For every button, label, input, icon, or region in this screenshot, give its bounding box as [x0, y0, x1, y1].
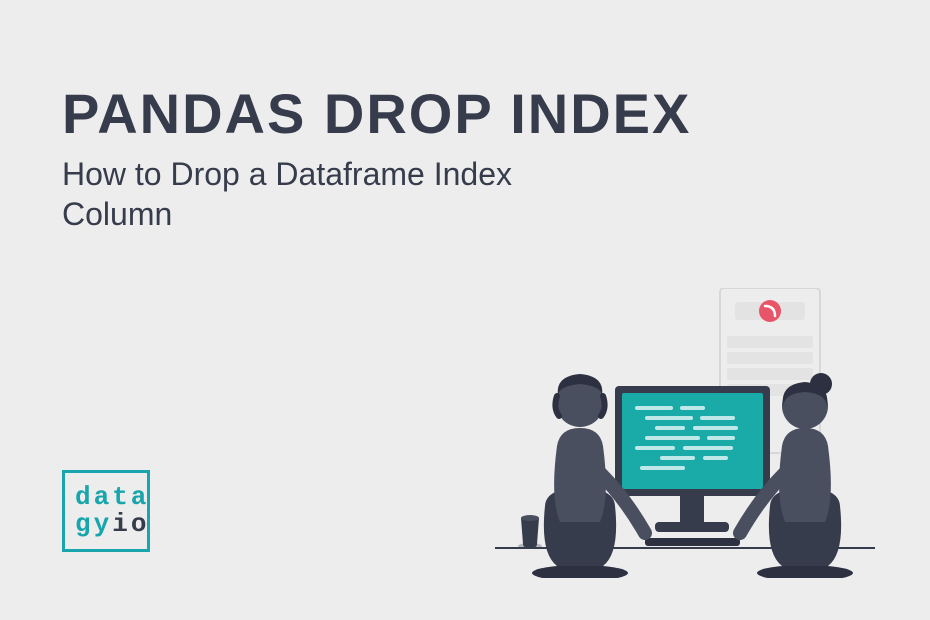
page-subtitle: How to Drop a Dataframe Index Column [62, 154, 582, 234]
coding-illustration [495, 288, 875, 578]
logo-line-1: data [75, 484, 147, 511]
logo-gy: gy [75, 511, 112, 538]
logo-io: io [112, 511, 149, 538]
datagy-logo: data gyio [62, 470, 150, 552]
logo-line-2: gyio [75, 511, 147, 538]
page-title: PANDAS DROP INDEX [62, 86, 691, 142]
title-block: PANDAS DROP INDEX How to Drop a Datafram… [62, 86, 691, 234]
